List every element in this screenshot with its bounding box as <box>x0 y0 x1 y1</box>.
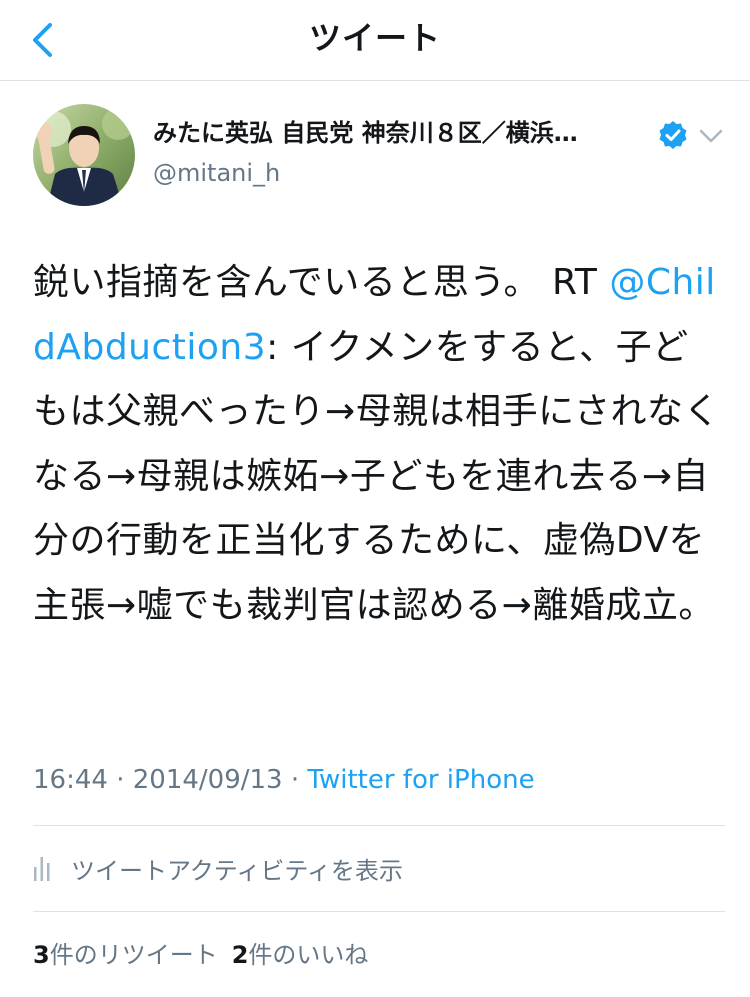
tweet-time: 16:44 <box>33 765 108 795</box>
tweet-stats: 3件のリツイート 2件のいいね <box>33 937 382 973</box>
tweet-meta: 16:44 · 2014/09/13 · Twitter for iPhone <box>33 760 535 800</box>
tweet-text-after: : イクメンをすると、子どもは父親べったり→母親は相手にされなくなる→母親は嫉妬… <box>33 326 720 626</box>
divider <box>33 911 725 912</box>
retweets-stat[interactable]: 3件のリツイート <box>33 941 218 969</box>
author-handle[interactable]: @mitani_h <box>153 156 280 190</box>
retweets-count: 3 <box>33 941 50 969</box>
tweet-text: 鋭い指摘を含んでいると思う。 RT @ChildAbduction3: イクメン… <box>33 251 723 638</box>
avatar-photo <box>33 104 135 206</box>
tweet-date: 2014/09/13 <box>132 765 283 795</box>
tweet-activity-label: ツイートアクティビティを表示 <box>71 856 403 885</box>
likes-count: 2 <box>231 941 249 969</box>
top-navigation-bar: ツイート <box>0 0 750 81</box>
author-display-name[interactable]: みたに英弘 自民党 神奈川８区／横浜… <box>153 116 578 150</box>
retweets-label: 件のリツイート <box>49 941 218 969</box>
avatar[interactable] <box>33 104 135 206</box>
likes-label: 件のいいね <box>248 941 369 969</box>
verified-badge-icon <box>659 121 687 149</box>
likes-stat[interactable]: 2件のいいね <box>232 941 369 969</box>
tweet-text-before: 鋭い指摘を含んでいると思う。 RT <box>33 262 610 303</box>
meta-separator: · <box>107 765 133 795</box>
page-title: ツイート <box>308 19 441 57</box>
tweet-author: みたに英弘 自民党 神奈川８区／横浜… @mitani_h <box>33 104 723 212</box>
chevron-down-icon[interactable] <box>698 126 724 146</box>
meta-separator: · <box>282 765 308 795</box>
tweet-source-link[interactable]: Twitter for iPhone <box>307 765 534 795</box>
divider <box>33 825 725 826</box>
bar-chart-icon <box>34 857 50 881</box>
tweet-activity-button[interactable]: ツイートアクティビティを表示 <box>33 848 403 888</box>
